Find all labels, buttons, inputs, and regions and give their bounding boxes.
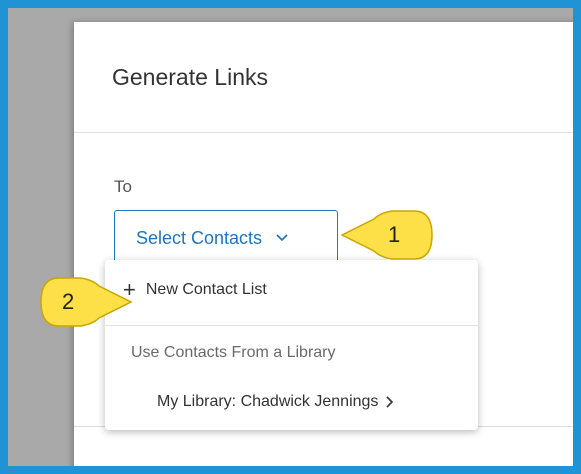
- callout-2-number: 2: [62, 289, 75, 314]
- my-library-label: My Library: Chadwick Jennings: [157, 393, 379, 410]
- chevron-down-icon: [276, 234, 288, 242]
- callout-2: [40, 277, 133, 327]
- to-label: To: [114, 177, 132, 196]
- modal-header: Generate Links: [74, 22, 573, 133]
- select-contacts-label: Select Contacts: [136, 227, 263, 248]
- callout-1-number: 1: [388, 222, 401, 247]
- dropdown-separator: [105, 325, 478, 326]
- select-contacts-dropdown: + New Contact List Use Contacts From a L…: [105, 260, 478, 430]
- my-library-item[interactable]: My Library: Chadwick Jennings: [157, 393, 394, 411]
- select-contacts-button[interactable]: Select Contacts: [114, 210, 338, 266]
- library-group-label: Use Contacts From a Library: [131, 344, 336, 361]
- chevron-right-icon: [386, 396, 394, 408]
- modal-title: Generate Links: [112, 64, 268, 90]
- new-contact-list-label: New Contact List: [145, 281, 267, 298]
- new-contact-list-item[interactable]: + New Contact List: [123, 279, 267, 301]
